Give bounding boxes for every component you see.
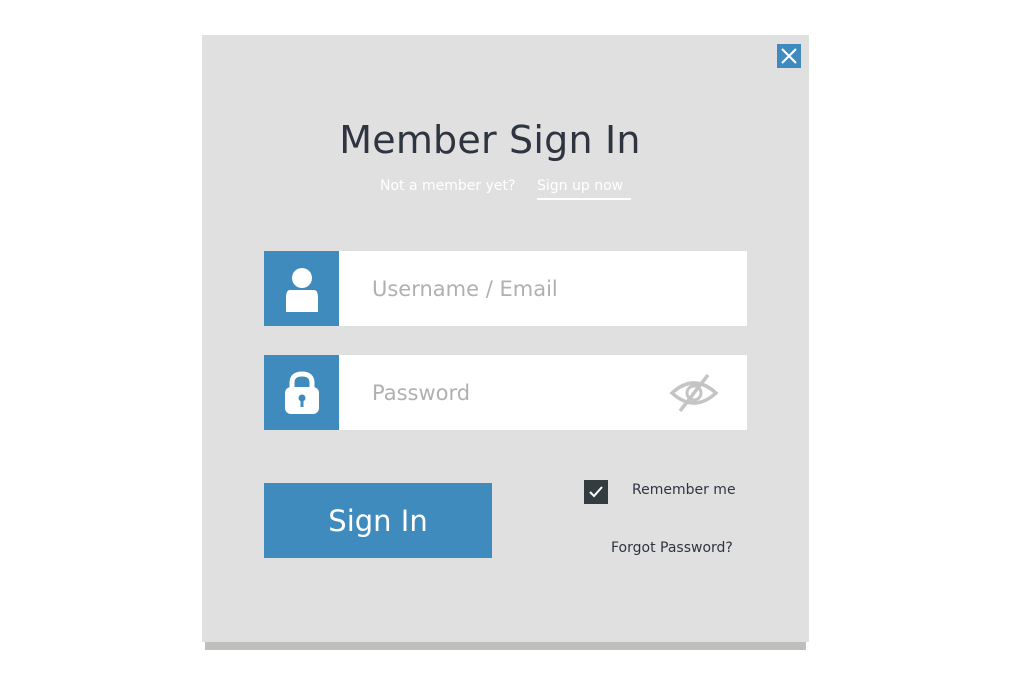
- not-member-text: Not a member yet?: [380, 178, 516, 194]
- username-icon-box: [264, 251, 339, 326]
- close-button[interactable]: [777, 44, 801, 68]
- eye-slash-icon[interactable]: [668, 373, 720, 413]
- password-input[interactable]: [372, 355, 652, 430]
- sign-in-button[interactable]: Sign In: [264, 483, 492, 558]
- username-input[interactable]: [372, 251, 652, 326]
- lock-icon: [284, 370, 319, 414]
- forgot-password-link[interactable]: Forgot Password?: [611, 540, 733, 556]
- username-field: [264, 251, 747, 326]
- close-icon: [781, 48, 797, 64]
- password-field: [264, 355, 747, 430]
- dialog-shadow: [205, 642, 806, 650]
- remember-me-checkbox[interactable]: [584, 480, 608, 504]
- sign-up-link[interactable]: Sign up now: [537, 178, 631, 200]
- user-icon: [285, 267, 318, 312]
- checkmark-icon: [589, 486, 603, 498]
- dialog-title: Member Sign In: [339, 118, 641, 162]
- remember-me-label: Remember me: [632, 482, 736, 498]
- password-icon-box: [264, 355, 339, 430]
